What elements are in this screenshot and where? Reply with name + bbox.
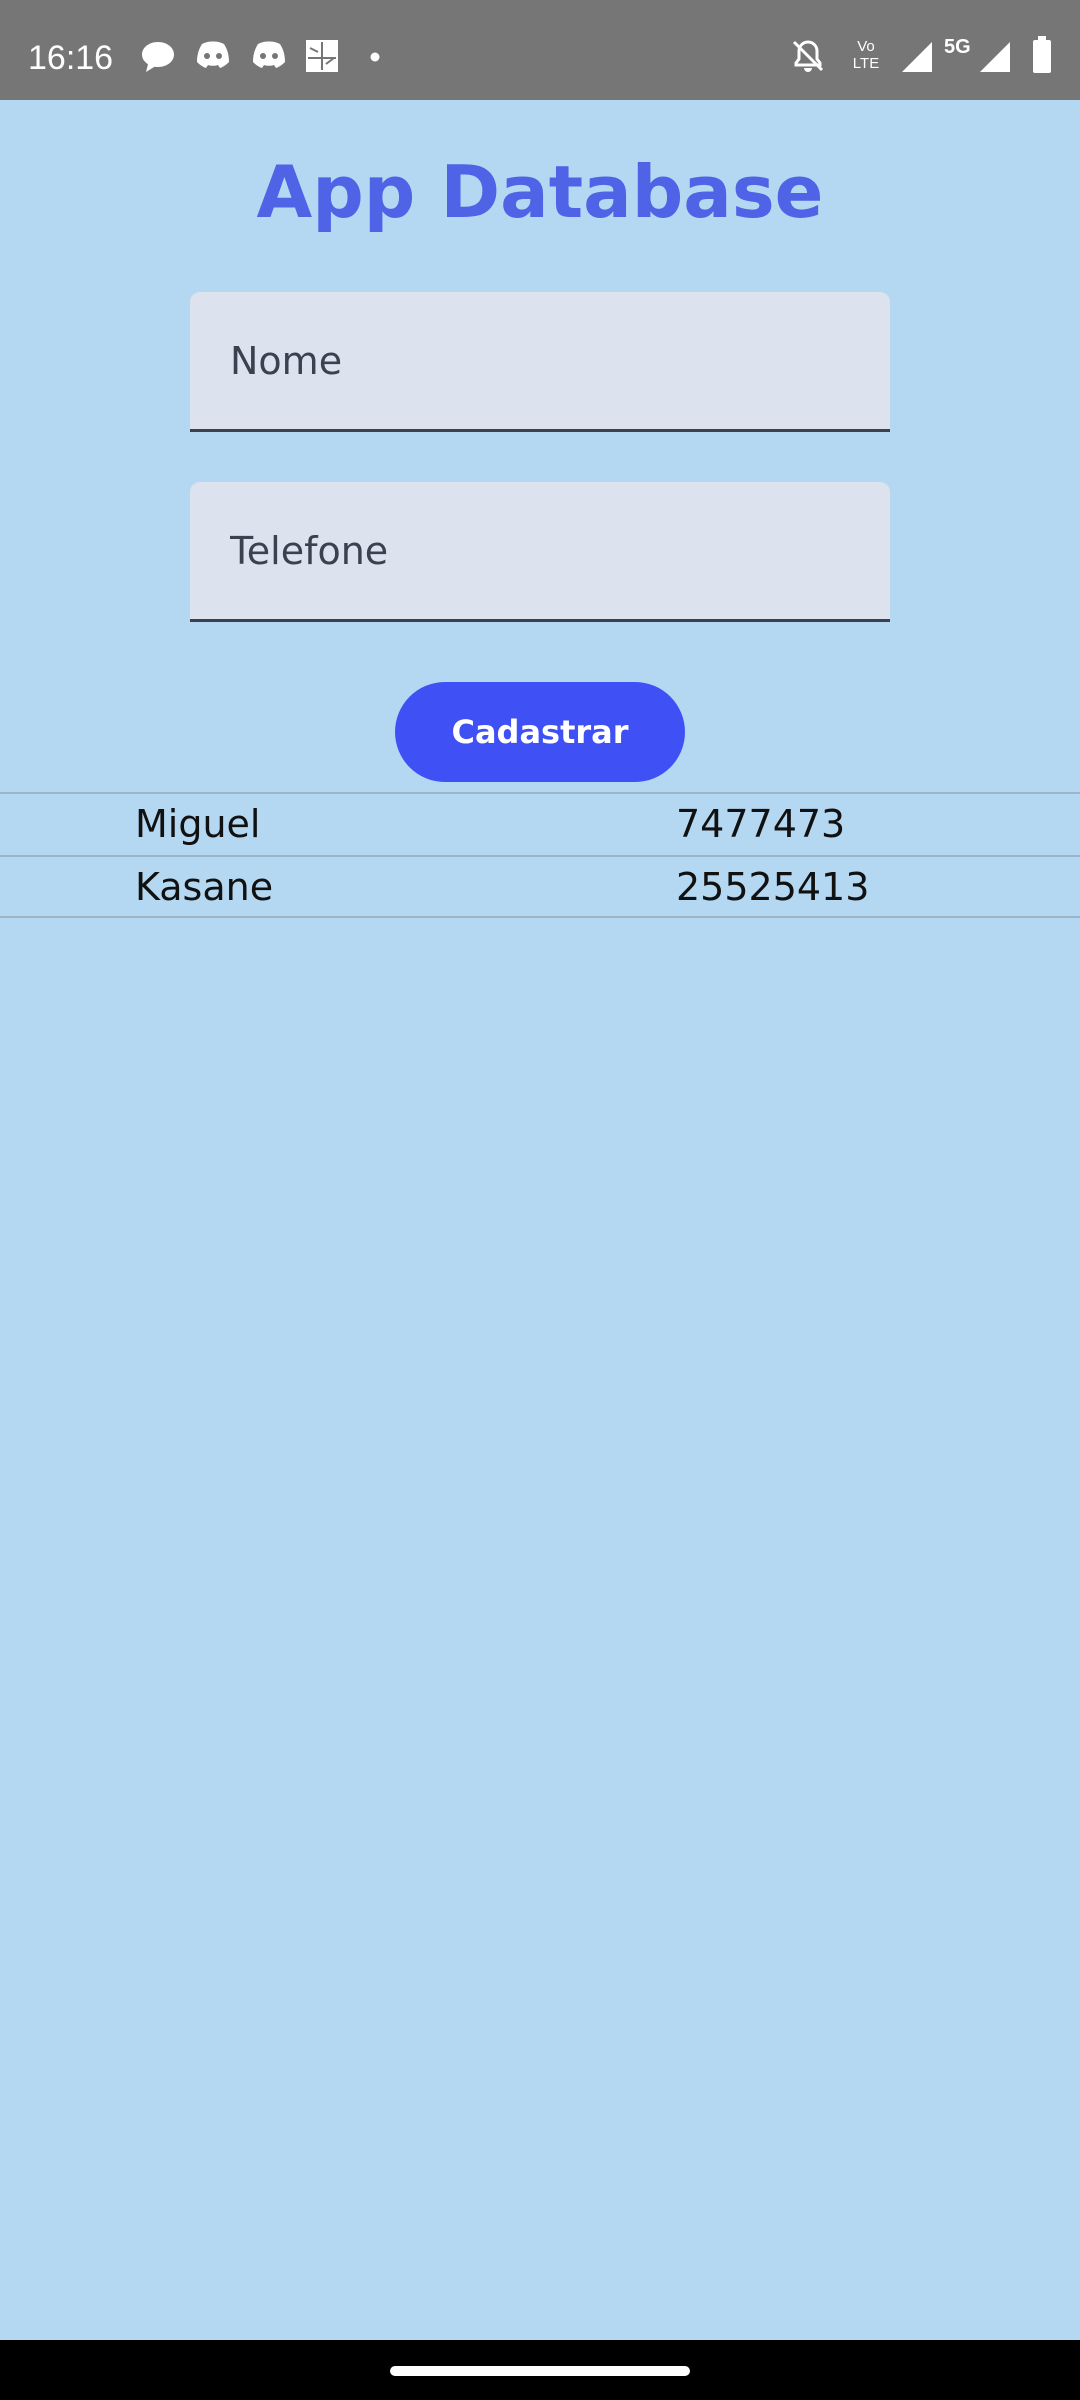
cadastrar-button[interactable]: Cadastrar (395, 682, 685, 782)
discord-icon (194, 40, 232, 70)
signal-icon (900, 40, 934, 74)
contact-name: Miguel (135, 802, 261, 846)
home-gesture-handle[interactable] (390, 2366, 690, 2376)
name-field[interactable] (190, 292, 890, 432)
5g-label: 5G (944, 36, 971, 58)
chat-bubble-icon (140, 40, 176, 74)
phone-input[interactable] (190, 482, 890, 619)
contact-list: Miguel 7477473 Kasane 25525413 (0, 792, 1080, 918)
contact-name: Kasane (135, 865, 274, 909)
5g-signal-icon (978, 40, 1012, 74)
discord-icon (250, 40, 288, 70)
phone-field[interactable] (190, 482, 890, 622)
gallery-icon (304, 38, 340, 74)
status-time: 16:16 (28, 39, 114, 77)
list-item[interactable]: Kasane 25525413 (0, 855, 1080, 918)
navigation-bar (0, 2340, 1080, 2400)
page-title: App Database (256, 150, 824, 234)
bell-off-icon (790, 38, 826, 74)
app-screen: 16:16 Vo LTE 5G App Database Nome Telefo… (0, 0, 1080, 2400)
contact-phone: 25525413 (676, 865, 870, 909)
battery-icon (1032, 36, 1052, 74)
volte-icon: Vo LTE (852, 38, 880, 72)
name-input[interactable] (190, 292, 890, 429)
status-bar: 16:16 Vo LTE 5G (0, 0, 1080, 100)
dot-icon (370, 52, 380, 62)
contact-phone: 7477473 (676, 802, 846, 846)
list-item[interactable]: Miguel 7477473 (0, 792, 1080, 855)
